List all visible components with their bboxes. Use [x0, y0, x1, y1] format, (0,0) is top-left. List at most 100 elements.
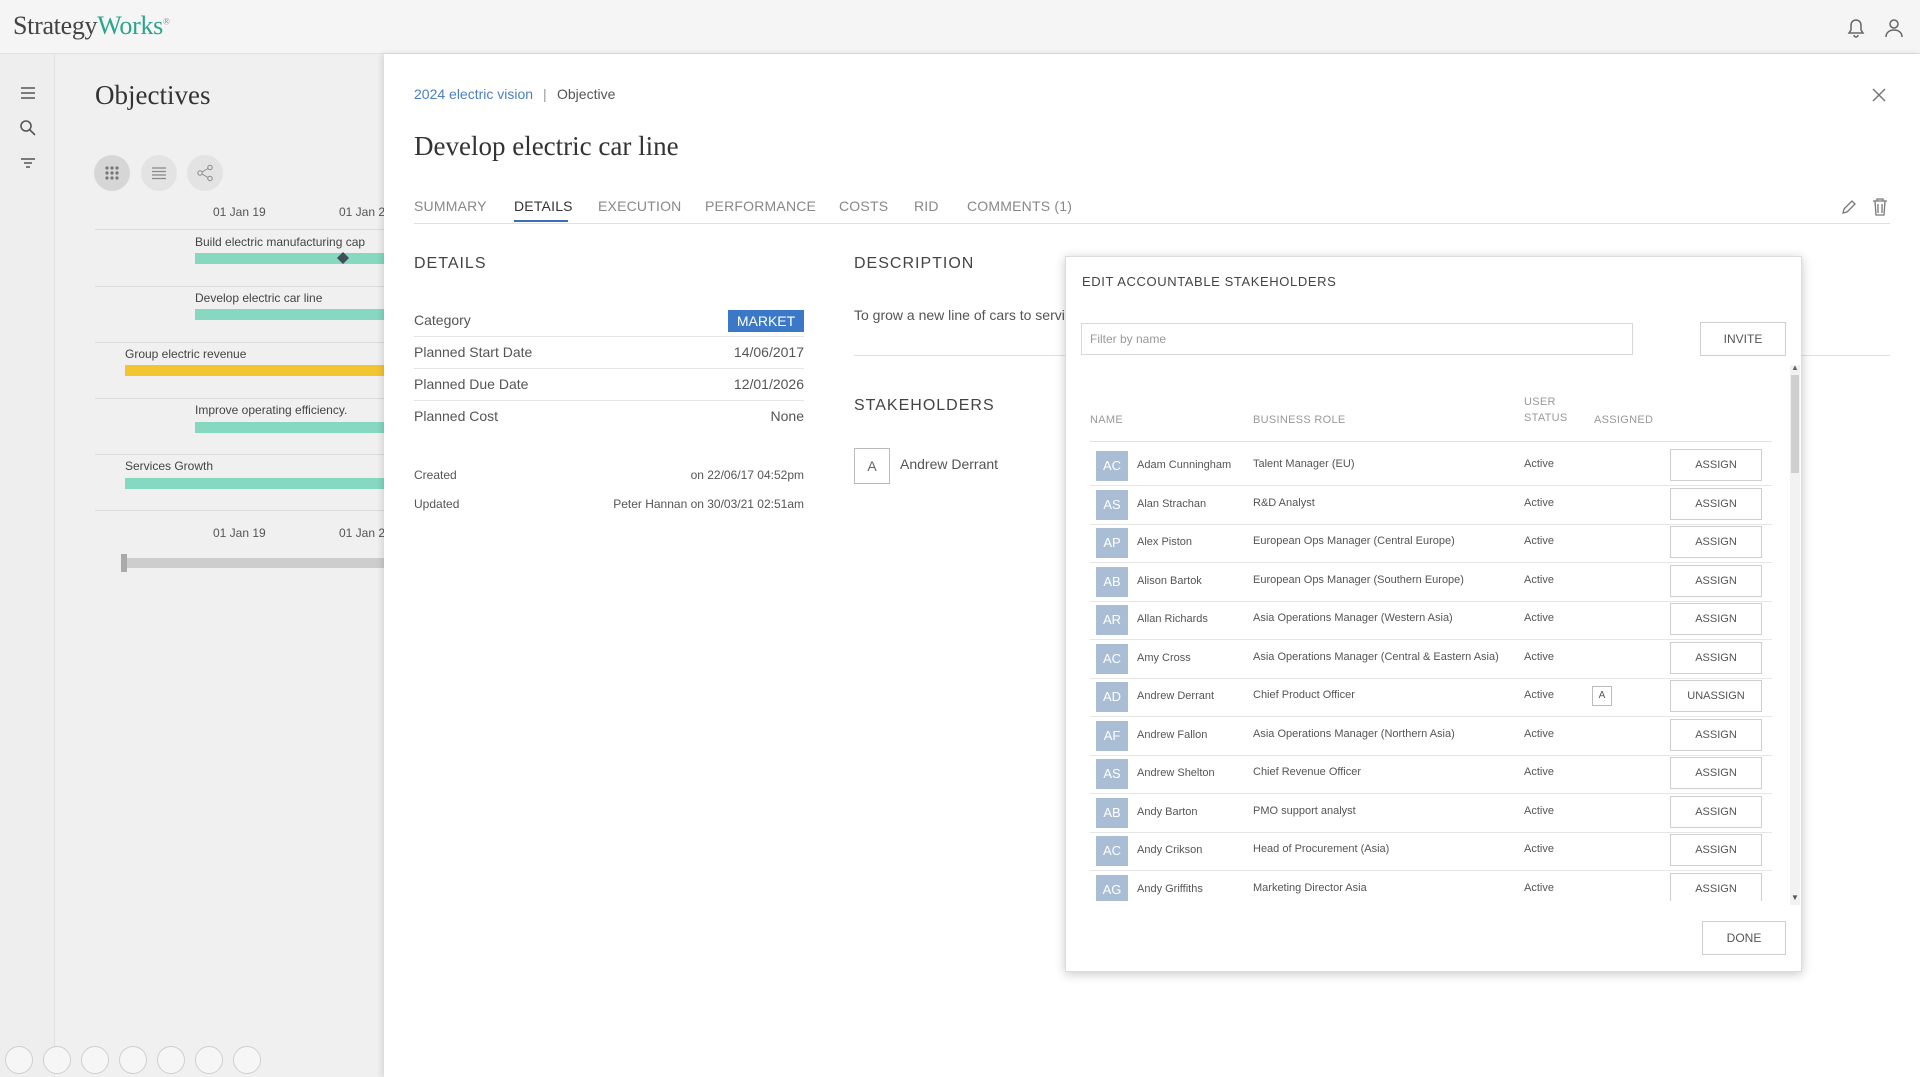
table-row[interactable]: AS Andrew Shelton Chief Revenue Officer …: [1090, 755, 1772, 794]
filter-by-name-input[interactable]: [1081, 323, 1633, 355]
assign-button[interactable]: ASSIGN: [1670, 487, 1762, 520]
gantt-item-label[interactable]: Improve operating efficiency.: [195, 403, 347, 417]
menu-icon[interactable]: [17, 82, 39, 104]
row-business-role: Asia Operations Manager (Central & Easte…: [1253, 650, 1499, 663]
tab-performance[interactable]: PERFORMANCE: [705, 198, 816, 214]
created-label: Created: [414, 468, 457, 482]
gantt-item-label[interactable]: Develop electric car line: [195, 291, 322, 305]
assign-button[interactable]: ASSIGN: [1670, 526, 1762, 558]
row-name: Alison Bartok: [1137, 574, 1202, 587]
table-scroll-thumb[interactable]: [1791, 375, 1799, 473]
list-view-button[interactable]: [141, 155, 177, 191]
share-view-button[interactable]: [187, 155, 223, 191]
assign-button[interactable]: ASSIGN: [1670, 872, 1762, 901]
avatar: AF: [1096, 720, 1128, 751]
tab-costs[interactable]: COSTS: [839, 198, 888, 214]
table-row[interactable]: AF Andrew Fallon Asia Operations Manager…: [1090, 717, 1772, 756]
updated-value: Peter Hannan on 30/03/21 02:51am: [613, 497, 804, 511]
trash-icon[interactable]: [1871, 197, 1889, 217]
table-row[interactable]: AC Adam Cunningham Talent Manager (EU) A…: [1090, 447, 1772, 486]
filter-icon[interactable]: [17, 152, 39, 174]
zoom-tool-button[interactable]: [157, 1046, 185, 1074]
assign-button[interactable]: ASSIGN: [1670, 834, 1762, 866]
scroll-up-icon[interactable]: ▲: [1791, 363, 1799, 373]
assign-button[interactable]: ASSIGN: [1670, 564, 1762, 597]
table-row[interactable]: AR Allan Richards Asia Operations Manage…: [1090, 601, 1772, 640]
table-row[interactable]: AP Alex Piston European Ops Manager (Cen…: [1090, 524, 1772, 563]
assign-button[interactable]: ASSIGN: [1670, 641, 1762, 674]
stakeholder-avatar[interactable]: A: [854, 448, 890, 484]
table-row[interactable]: AD Andrew Derrant Chief Product Officer …: [1090, 678, 1772, 717]
gantt-item-label[interactable]: Group electric revenue: [125, 347, 246, 361]
column-header-name[interactable]: NAME: [1090, 412, 1123, 428]
tab-comments[interactable]: COMMENTS (1): [967, 198, 1072, 214]
table-row[interactable]: AC Andy Crikson Head of Procurement (Asi…: [1090, 832, 1772, 871]
gantt-divider: [95, 510, 385, 511]
done-button[interactable]: DONE: [1702, 921, 1786, 955]
stakeholder-table-body[interactable]: AC Adam Cunningham Talent Manager (EU) A…: [1090, 447, 1772, 901]
row-name: Amy Cross: [1137, 651, 1191, 664]
column-header-assigned[interactable]: ASSIGNED: [1594, 412, 1653, 428]
grid-view-button[interactable]: [94, 155, 130, 191]
assign-button[interactable]: ASSIGN: [1670, 757, 1762, 789]
avatar: AC: [1096, 643, 1128, 674]
table-row[interactable]: AB Alison Bartok European Ops Manager (S…: [1090, 563, 1772, 602]
gantt-bar[interactable]: [125, 478, 385, 489]
gantt-item-label[interactable]: Build electric manufacturing cap: [195, 235, 365, 249]
milestone-diamond-icon[interactable]: [336, 251, 350, 265]
search-icon[interactable]: [17, 117, 39, 139]
breadcrumb-parent-link[interactable]: 2024 electric vision: [414, 86, 533, 102]
gantt-bar[interactable]: [195, 253, 385, 264]
table-row[interactable]: AC Amy Cross Asia Operations Manager (Ce…: [1090, 640, 1772, 679]
gantt-axis-label: 01 Jan 19: [213, 526, 266, 540]
assign-button[interactable]: ASSIGN: [1670, 795, 1762, 828]
tab-summary[interactable]: SUMMARY: [414, 198, 487, 214]
row-name: Alan Strachan: [1137, 497, 1207, 510]
details-heading: DETAILS: [414, 255, 487, 272]
row-user-status: Active: [1524, 535, 1554, 547]
prev-tool-button[interactable]: [5, 1046, 33, 1074]
caption-tool-button[interactable]: [195, 1046, 223, 1074]
column-header-user-status-line2: STATUS: [1524, 412, 1568, 424]
gantt-bar[interactable]: [195, 309, 385, 320]
table-row[interactable]: AS Alan Strachan R&D Analyst Active ASSI…: [1090, 486, 1772, 525]
column-header-business-role[interactable]: BUSINESS ROLE: [1253, 412, 1346, 428]
tab-rid[interactable]: RID: [914, 198, 939, 214]
active-tab-indicator: [514, 220, 568, 222]
invite-button[interactable]: INVITE: [1700, 322, 1786, 356]
row-name: Alex Piston: [1137, 536, 1193, 548]
more-tool-button[interactable]: [233, 1046, 261, 1074]
assign-button[interactable]: ASSIGN: [1670, 603, 1762, 635]
tab-execution[interactable]: EXECUTION: [598, 198, 681, 214]
gantt-bar[interactable]: [195, 422, 385, 433]
brand-mark: ®: [163, 16, 170, 27]
timeline-scroll-handle[interactable]: [121, 554, 127, 572]
gantt-bar[interactable]: [125, 365, 385, 376]
scroll-down-icon[interactable]: ▼: [1791, 893, 1799, 903]
brand-logo[interactable]: StrategyWorks®: [13, 11, 170, 41]
gantt-item-label[interactable]: Services Growth: [125, 459, 213, 473]
column-header-user-status[interactable]: USER STATUS: [1524, 394, 1568, 426]
details-divider: [414, 336, 804, 337]
table-row[interactable]: AB Andy Barton PMO support analyst Activ…: [1090, 794, 1772, 833]
list-icon: [152, 167, 166, 180]
next-tool-button[interactable]: [43, 1046, 71, 1074]
bell-icon[interactable]: [1845, 17, 1867, 39]
assign-button[interactable]: ASSIGN: [1670, 718, 1762, 751]
table-row[interactable]: AG Andy Griffiths Marketing Director Asi…: [1090, 871, 1772, 901]
brand-part2: Works: [97, 11, 163, 40]
left-rail: [0, 54, 55, 1077]
row-name: Allan Richards: [1137, 613, 1208, 625]
unassign-button[interactable]: UNASSIGN: [1670, 680, 1762, 712]
close-icon[interactable]: [1870, 86, 1888, 104]
assign-button[interactable]: ASSIGN: [1670, 449, 1762, 481]
tab-details[interactable]: DETAILS: [514, 198, 573, 214]
edit-icon[interactable]: [1840, 198, 1858, 216]
category-label: Category: [414, 312, 471, 328]
user-icon[interactable]: [1883, 17, 1905, 39]
grid-icon: [105, 166, 119, 180]
draw-tool-button[interactable]: [81, 1046, 109, 1074]
timeline-scrollbar[interactable]: [122, 558, 385, 568]
row-name: Andrew Derrant: [1137, 690, 1215, 702]
copy-tool-button[interactable]: [119, 1046, 147, 1074]
